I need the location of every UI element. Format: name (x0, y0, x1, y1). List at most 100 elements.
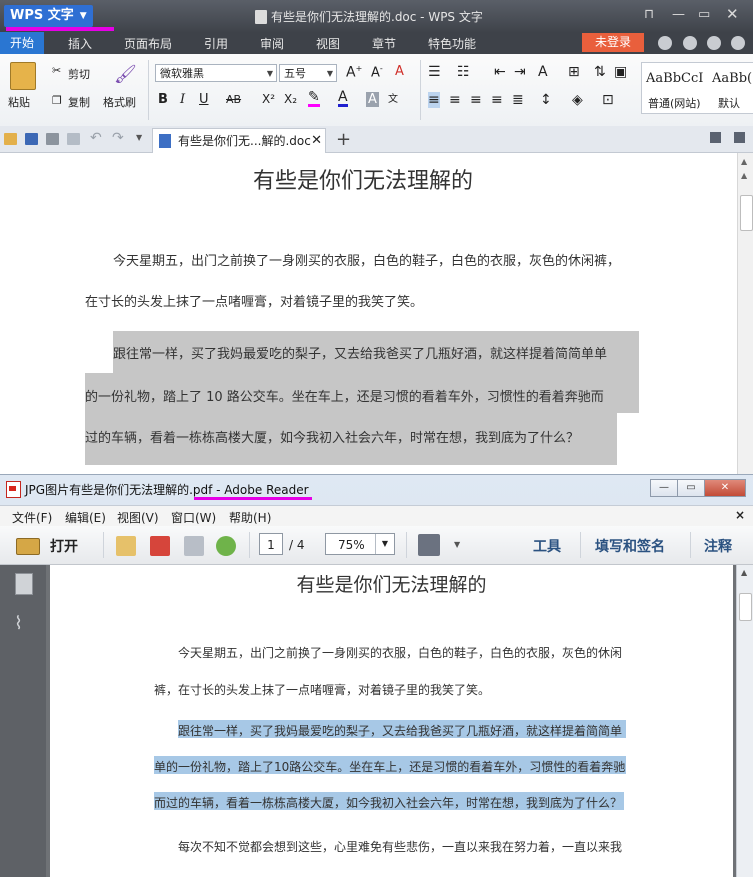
border-icon[interactable]: ⊡ (602, 92, 614, 108)
close-document-icon[interactable]: × (735, 508, 745, 522)
show-marks-icon[interactable]: ▣ (614, 64, 627, 80)
align-center-icon[interactable]: ≡ (449, 92, 461, 108)
tools-pane-button[interactable]: 工具 (533, 536, 561, 556)
tab-insert[interactable]: 插入 (68, 35, 92, 52)
help-icon[interactable] (731, 36, 745, 50)
print-icon[interactable] (46, 133, 59, 145)
highlight-icon[interactable]: ✎ (308, 90, 320, 107)
copy-button[interactable]: 复制 (68, 94, 90, 110)
distributed-align-icon[interactable]: ≣ (512, 92, 524, 108)
style-normal-web[interactable]: 普通(网站) (648, 95, 701, 111)
shirt-icon[interactable] (707, 36, 721, 50)
tab-home[interactable]: 开始 (0, 32, 45, 54)
tab-chapter[interactable]: 章节 (372, 35, 396, 52)
zoom-select[interactable]: 75% ▼ (325, 533, 395, 555)
minimize-icon[interactable]: — (672, 7, 685, 22)
document-tab[interactable]: 有些是你们无...解的.doc ✕ (152, 128, 326, 153)
menu-view[interactable]: 视图(V) (117, 509, 159, 526)
scroll-up-icon[interactable]: ▲ (741, 568, 747, 577)
maximize-button[interactable]: ▭ (677, 479, 705, 497)
open-button[interactable]: 打开 (50, 536, 78, 556)
font-color-icon[interactable]: A (338, 90, 348, 107)
align-right-icon[interactable]: ≡ (470, 92, 482, 108)
cut-button[interactable]: 剪切 (68, 66, 90, 82)
scroll-up-icon[interactable]: ▲ (741, 171, 747, 180)
open-folder-icon[interactable] (16, 538, 40, 555)
maximize-icon[interactable]: ▭ (698, 7, 710, 22)
scrollbar-thumb[interactable] (740, 195, 753, 231)
chevron-down-icon[interactable]: ▼ (454, 540, 460, 549)
fullscreen-icon[interactable] (418, 534, 440, 556)
font-name-select[interactable]: 微软雅黑 ▼ (155, 64, 277, 82)
superscript-button[interactable]: X² (262, 92, 275, 106)
minimize-button[interactable]: — (650, 479, 678, 497)
edit-pdf-icon[interactable] (184, 536, 204, 556)
restore-icon[interactable]: ⊓ (644, 7, 654, 22)
close-icon[interactable]: ✕ (726, 5, 739, 23)
subscript-button[interactable]: X₂ (284, 92, 297, 106)
wps-document-page[interactable]: 有些是你们无法理解的 今天星期五，出门之前换了一身刚买的衣服，白色的鞋子，白色的… (0, 153, 737, 480)
login-button[interactable]: 未登录 (582, 33, 644, 52)
cloud-upload-icon[interactable] (216, 536, 236, 556)
line-spacing-icon[interactable]: ↕ (540, 92, 552, 108)
shading-fill-icon[interactable]: ◈ (572, 92, 583, 108)
style-gallery[interactable]: AaBbCcI AaBb( 普通(网站) 默认 (641, 62, 753, 114)
char-shading-icon[interactable]: A (366, 92, 379, 107)
align-left-icon[interactable]: ≡ (428, 92, 440, 108)
open-folder-icon[interactable] (4, 133, 17, 145)
paste-button[interactable]: 粘贴 (8, 94, 30, 110)
menu-edit[interactable]: 编辑(E) (65, 509, 106, 526)
redo-icon[interactable]: ↷ (112, 130, 124, 146)
page-thumbnails-icon[interactable] (15, 573, 33, 595)
close-button[interactable]: ✕ (704, 479, 746, 497)
sync-icon[interactable] (683, 36, 697, 50)
underline-button[interactable]: U (199, 92, 209, 107)
fill-and-sign-button[interactable]: 填写和签名 (595, 536, 665, 556)
reader-document-area[interactable]: 有些是你们无法理解的 今天星期五，出门之前换了一身刚买的衣服，白色的鞋子，白色的… (46, 565, 736, 877)
justify-icon[interactable]: ≡ (491, 92, 503, 108)
text-effects-icon[interactable]: A (538, 64, 548, 80)
menu-help[interactable]: 帮助(H) (229, 509, 271, 526)
bullet-list-icon[interactable]: ☰ (428, 64, 441, 80)
italic-button[interactable]: I (180, 92, 185, 107)
close-icon[interactable]: ✕ (311, 129, 322, 153)
create-pdf-icon[interactable] (116, 536, 136, 556)
font-size-select[interactable]: 五号 ▼ (279, 64, 337, 82)
panel-icon[interactable] (734, 132, 745, 143)
bold-button[interactable]: B (158, 92, 168, 107)
scroll-up-icon[interactable]: ▲ (741, 157, 747, 166)
sort-icon[interactable]: ⇅ (594, 64, 606, 80)
comment-button[interactable]: 注释 (704, 536, 732, 556)
grow-font-icon[interactable]: A+ (346, 64, 362, 81)
tab-special-features[interactable]: 特色功能 (428, 35, 476, 52)
menu-file[interactable]: 文件(F) (12, 509, 52, 526)
panel-icon[interactable] (710, 132, 721, 143)
page-number-input[interactable]: 1 (259, 533, 283, 555)
tab-view[interactable]: 视图 (316, 35, 340, 52)
cut-icon[interactable]: ✂ (52, 64, 61, 77)
new-tab-icon[interactable]: + (336, 129, 351, 150)
tab-review[interactable]: 审阅 (260, 35, 284, 52)
reader-vertical-scrollbar[interactable]: ▲ (736, 565, 753, 877)
menu-window[interactable]: 窗口(W) (171, 509, 216, 526)
attachments-icon[interactable]: ⌇ (14, 613, 23, 634)
print-preview-icon[interactable] (67, 133, 80, 145)
tab-references[interactable]: 引用 (204, 35, 228, 52)
reader-document-page[interactable]: 有些是你们无法理解的 今天星期五，出门之前换了一身刚买的衣服，白色的鞋子，白色的… (50, 565, 733, 877)
clear-format-icon[interactable]: A (395, 64, 404, 79)
save-icon[interactable] (25, 133, 38, 145)
decrease-indent-icon[interactable]: ⇤ (494, 64, 506, 80)
copy-icon[interactable]: ❐ (52, 94, 62, 107)
numbered-list-icon[interactable]: ☷ (457, 64, 470, 80)
style-default[interactable]: 默认 (718, 95, 740, 111)
format-painter-icon[interactable]: 🖌 (114, 64, 137, 85)
scrollbar-thumb[interactable] (739, 593, 752, 621)
undo-icon[interactable]: ↶ (90, 130, 102, 146)
chevron-down-icon[interactable]: ▼ (136, 133, 142, 142)
shrink-font-icon[interactable]: A- (371, 64, 383, 80)
phonetic-guide-icon[interactable]: 文 (388, 90, 398, 105)
increase-indent-icon[interactable]: ⇥ (514, 64, 526, 80)
export-pdf-icon[interactable] (150, 536, 170, 556)
strikethrough-button[interactable]: AB (226, 93, 241, 106)
paste-icon[interactable] (10, 62, 36, 90)
